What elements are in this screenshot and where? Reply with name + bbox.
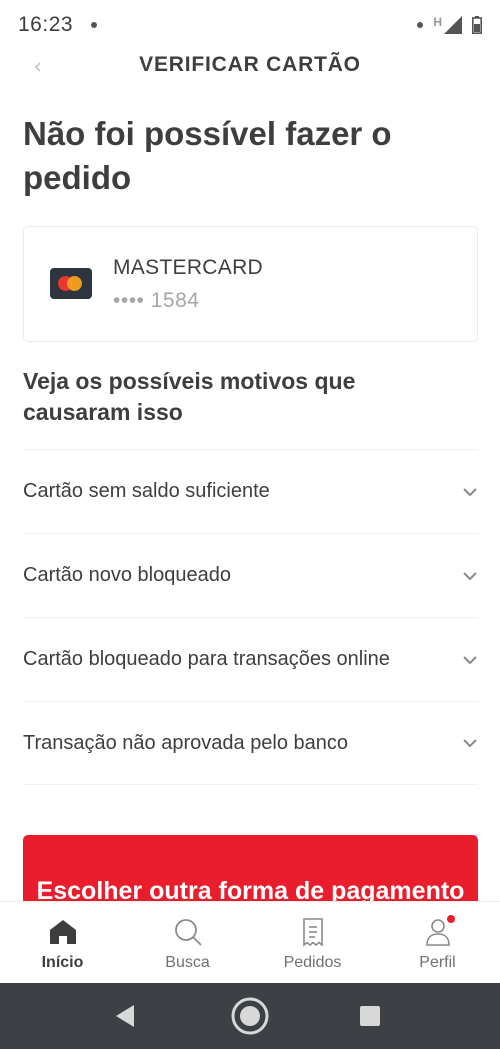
nav-label: Perfil (419, 954, 456, 971)
search-icon (172, 916, 204, 948)
status-indicators: H (417, 15, 482, 34)
chevron-down-icon[interactable] (462, 738, 478, 748)
page-title: Não foi possível fazer o pedido (23, 115, 392, 196)
home-icon (47, 916, 79, 948)
nav-item-busca[interactable]: Busca (125, 902, 250, 983)
card-info-box: MASTERCARD •••• 1584 (23, 226, 478, 342)
logo-circle-orange (67, 276, 82, 291)
back-arrow-icon[interactable] (28, 57, 48, 77)
chevron-down-icon[interactable] (462, 655, 478, 665)
android-back-icon[interactable] (114, 1004, 136, 1028)
android-recents-icon[interactable] (359, 1005, 381, 1027)
mastercard-logo-icon (50, 268, 92, 299)
battery-icon (472, 16, 482, 34)
card-brand: MASTERCARD (113, 256, 264, 279)
nav-item-inicio[interactable]: Início (0, 902, 125, 983)
nav-item-perfil[interactable]: Perfil (375, 902, 500, 983)
signal-icon (444, 16, 462, 34)
android-nav-bar (0, 983, 500, 1049)
chevron-down-icon[interactable] (462, 571, 478, 581)
nav-label: Início (41, 954, 84, 971)
profile-icon (422, 913, 457, 948)
status-bar: 16:23 H (0, 0, 500, 50)
reason-item-online-blocked[interactable]: Cartão bloqueado para transações online (23, 617, 478, 701)
reason-label: Transação não aprovada pelo banco (23, 731, 349, 754)
notification-badge (444, 913, 457, 925)
reasons-list: Cartão sem saldo suficiente Cartão novo … (23, 449, 478, 785)
nav-label: Busca (165, 954, 210, 971)
status-time: 16:23 (18, 13, 74, 36)
nav-label: Pedidos (283, 954, 342, 971)
nav-item-pedidos[interactable]: Pedidos (250, 902, 375, 983)
reason-item-no-balance[interactable]: Cartão sem saldo suficiente (23, 449, 478, 533)
status-dot-icon (417, 22, 424, 28)
card-number: •••• 1584 (113, 289, 200, 312)
reason-label: Cartão sem saldo suficiente (23, 480, 270, 502)
receipt-icon (297, 916, 329, 948)
network-type-label: H (433, 15, 442, 29)
notification-dot-icon (91, 22, 98, 28)
app-header: VERIFICAR CARTÃO (0, 45, 500, 85)
bottom-nav: Início Busca Pedidos Perfil (0, 901, 500, 983)
reasons-title: Veja os possíveis motivos que causaram i… (23, 368, 356, 425)
reason-label: Cartão bloqueado para transações online (23, 648, 390, 670)
reason-item-bank-declined[interactable]: Transação não aprovada pelo banco (23, 701, 478, 785)
reason-item-new-card-blocked[interactable]: Cartão novo bloqueado (23, 533, 478, 617)
android-home-icon[interactable] (230, 996, 270, 1036)
reason-label: Cartão novo bloqueado (23, 564, 231, 586)
chevron-down-icon[interactable] (462, 487, 478, 497)
header-title: VERIFICAR CARTÃO (139, 53, 361, 76)
